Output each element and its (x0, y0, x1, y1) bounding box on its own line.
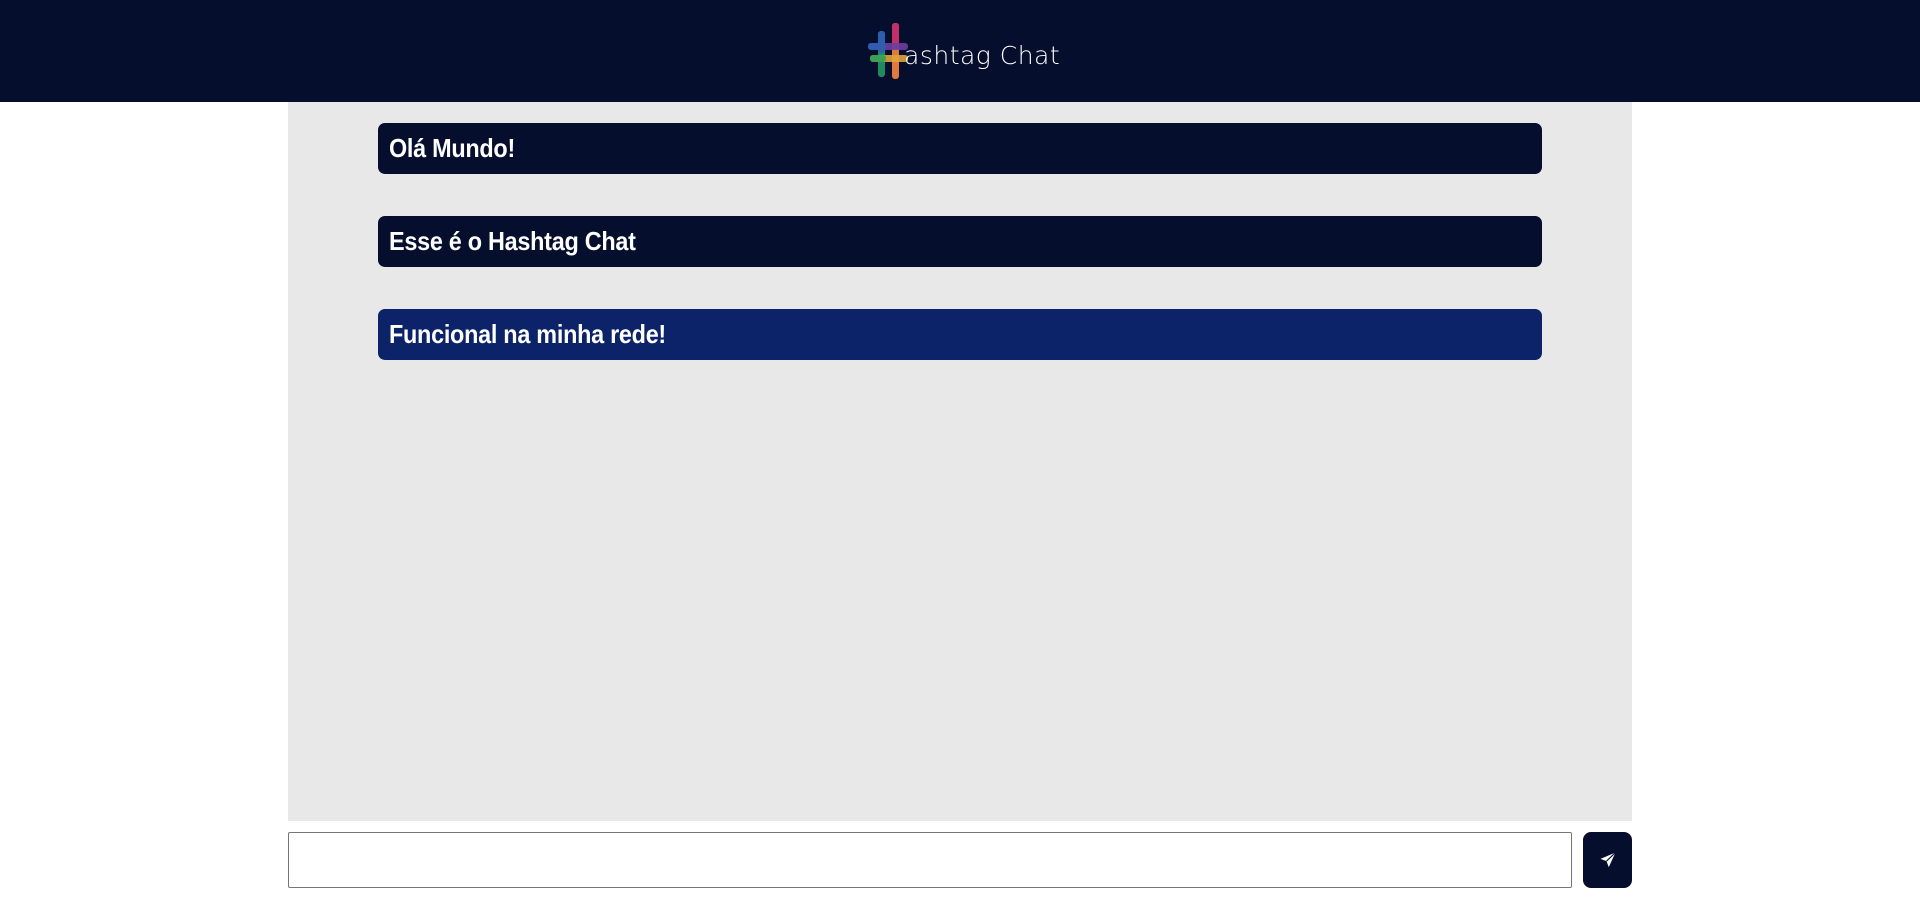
message-text: Funcional na minha rede! (389, 319, 666, 349)
chat-message: Esse é o Hashtag Chat (378, 216, 1542, 267)
chat-message: Funcional na minha rede! (378, 309, 1542, 360)
message-input[interactable] (288, 832, 1572, 888)
message-text: Esse é o Hashtag Chat (389, 226, 636, 256)
message-composer (288, 832, 1632, 888)
app-header: ashtag Chat (0, 0, 1920, 102)
logo-text: ashtag Chat (904, 40, 1061, 70)
send-button[interactable] (1583, 832, 1632, 888)
chat-messages-area: Olá Mundo! Esse é o Hashtag Chat Funcion… (288, 102, 1632, 821)
hashtag-chat-logo: ashtag Chat (866, 20, 1060, 82)
chat-message: Olá Mundo! (378, 123, 1542, 174)
message-text: Olá Mundo! (389, 133, 515, 163)
paper-plane-icon (1600, 852, 1616, 868)
message-list: Olá Mundo! Esse é o Hashtag Chat Funcion… (378, 123, 1542, 360)
